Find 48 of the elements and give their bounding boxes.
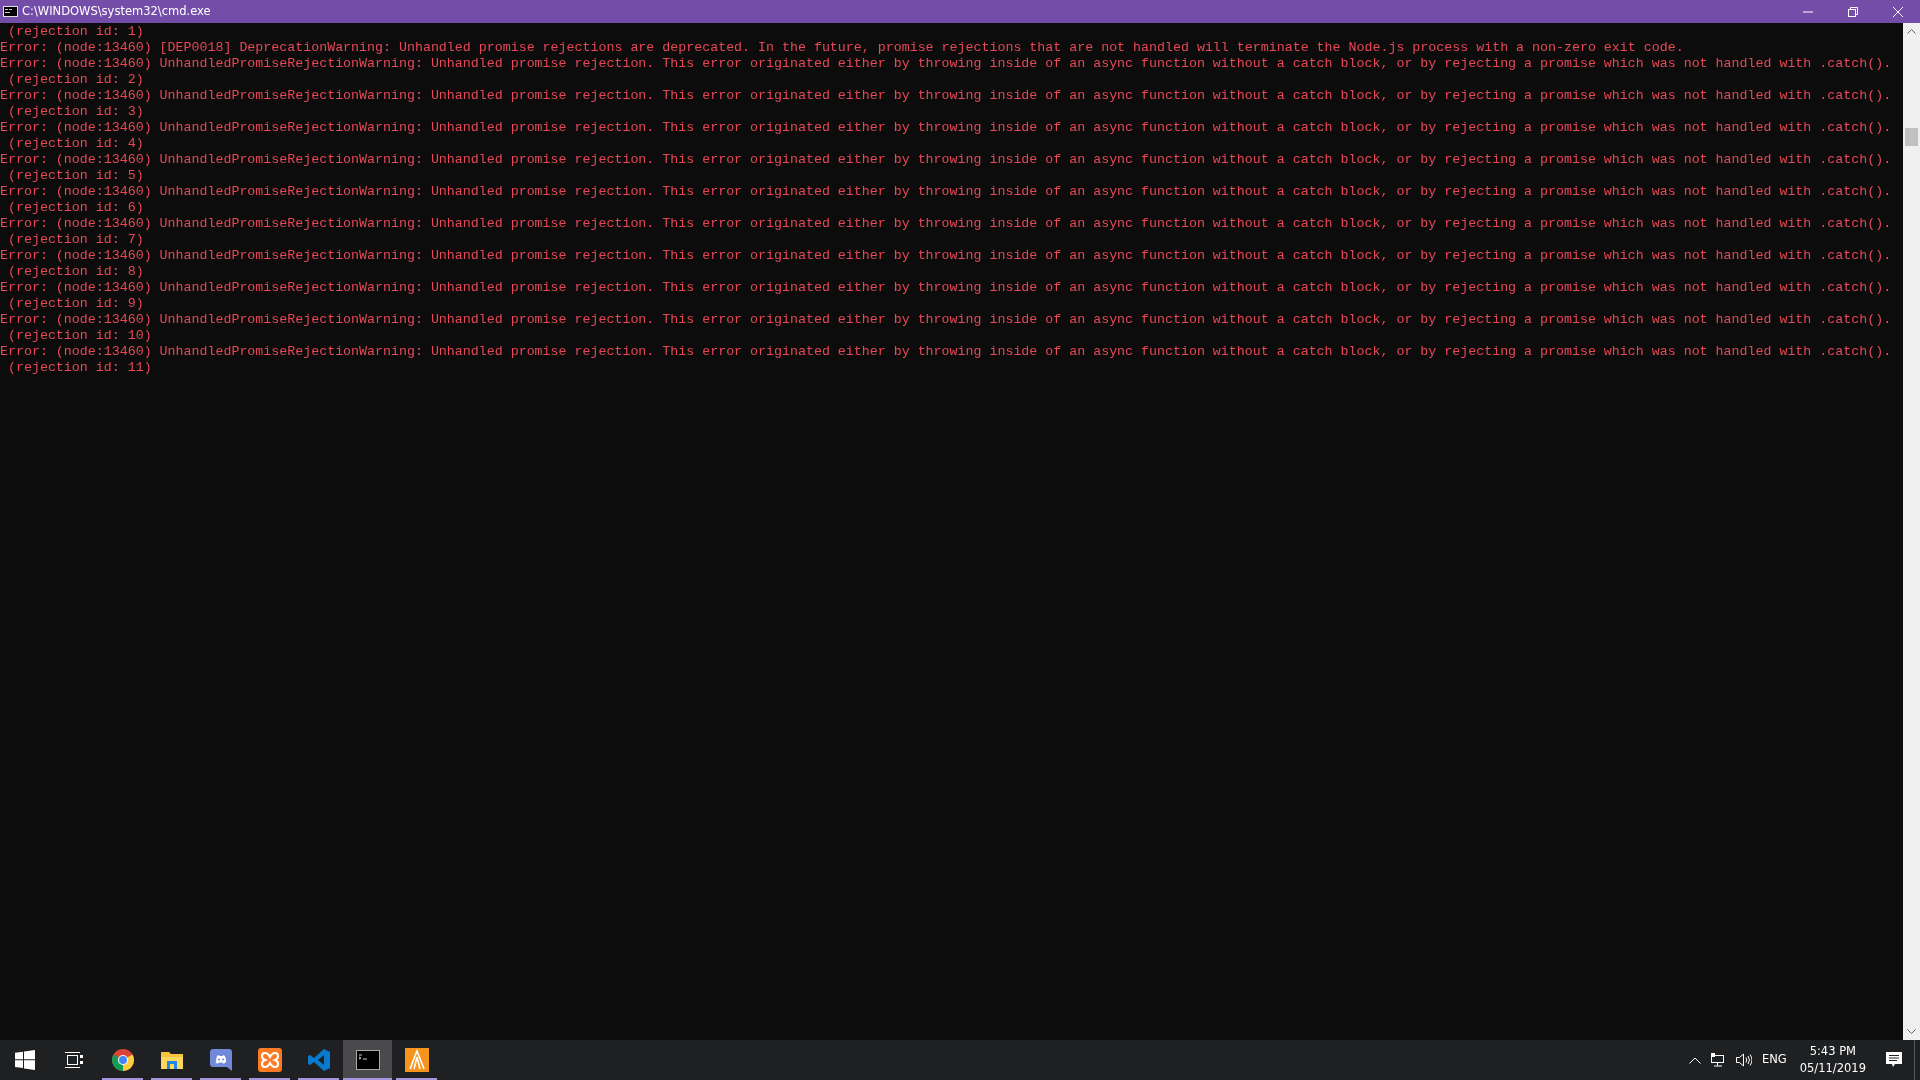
network-icon[interactable] xyxy=(1710,1053,1726,1067)
speaker-icon[interactable] xyxy=(1735,1053,1752,1067)
window-title: C:\WINDOWS\system32\cmd.exe xyxy=(21,2,211,20)
task-view-icon xyxy=(64,1051,83,1069)
console-line: (rejection id: 1) xyxy=(6,24,144,40)
console-line: Error: (node:13460) UnhandledPromiseRejectionWarning: Unhandled promise rejection. This error originated either by throwing inside of an async function without a catch block, or by rejecting a promise which was not handled with .catch(). xyxy=(0,88,1892,104)
letter-a-logo-icon xyxy=(404,1048,429,1072)
terminal-icon xyxy=(355,1050,380,1070)
console-line: Error: (node:13460) [DEP0018] DeprecationWarning: Unhandled promise rejections are deprecated. In the future, promise rejections that are not handled will terminate the Node.js process with a non-zero exit code. xyxy=(0,40,1684,56)
scrollbar[interactable] xyxy=(1903,23,1920,1040)
windows-logo-icon xyxy=(14,1050,35,1070)
clock-time: 5:43 PM xyxy=(1808,1043,1857,1060)
console-line: Error: (node:13460) UnhandledPromiseRejectionWarning: Unhandled promise rejection. This error originated either by throwing inside of an async function without a catch block, or by rejecting a promise which was not handled with .catch(). xyxy=(0,248,1892,264)
console-line: (rejection id: 4) xyxy=(6,136,144,152)
console-line: (rejection id: 8) xyxy=(6,264,144,280)
taskbar-button[interactable] xyxy=(343,1040,392,1080)
console-line: Error: (node:13460) UnhandledPromiseRejectionWarning: Unhandled promise rejection. This error originated either by throwing inside of an async function without a catch block, or by rejecting a promise which was not handled with .catch(). xyxy=(0,344,1892,360)
console-line: Error: (node:13460) UnhandledPromiseRejectionWarning: Unhandled promise rejection. This error originated either by throwing inside of an async function without a catch block, or by rejecting a promise which was not handled with .catch(). xyxy=(0,120,1892,136)
console-line: Error: (node:13460) UnhandledPromiseRejectionWarning: Unhandled promise rejection. This error originated either by throwing inside of an async function without a catch block, or by rejecting a promise which was not handled with .catch(). xyxy=(0,216,1892,232)
code-editor-icon xyxy=(307,1049,330,1071)
chevron-up-icon[interactable] xyxy=(1688,1056,1701,1064)
console-line: (rejection id: 5) xyxy=(6,168,144,184)
console-line: (rejection id: 3) xyxy=(6,104,144,120)
console-line: Error: (node:13460) UnhandledPromiseRejectionWarning: Unhandled promise rejection. This error originated either by throwing inside of an async function without a catch block, or by rejecting a promise which was not handled with .catch(). xyxy=(0,56,1892,72)
console-line: Error: (node:13460) UnhandledPromiseRejectionWarning: Unhandled promise rejection. This error originated either by throwing inside of an async function without a catch block, or by rejecting a promise which was not handled with .catch(). xyxy=(0,312,1892,328)
chrome-icon xyxy=(111,1049,134,1071)
chat-bubble-icon xyxy=(209,1049,232,1071)
language-indicator[interactable]: ENG xyxy=(1756,1051,1792,1069)
restore-icon xyxy=(1847,6,1858,17)
console-line: (rejection id: 10) xyxy=(6,328,152,344)
scroll-up-icon[interactable] xyxy=(1907,29,1916,34)
close-icon xyxy=(1892,6,1903,17)
console-line: (rejection id: 2) xyxy=(6,72,144,88)
console-line: (rejection id: 7) xyxy=(6,232,144,248)
console-line: (rejection id: 9) xyxy=(6,296,144,312)
console-line: Error: (node:13460) UnhandledPromiseRejectionWarning: Unhandled promise rejection. This error originated either by throwing inside of an async function without a catch block, or by rejecting a promise which was not handled with .catch(). xyxy=(0,152,1892,168)
xampp-icon xyxy=(257,1048,282,1072)
console-line: Error: (node:13460) UnhandledPromiseRejectionWarning: Unhandled promise rejection. This error originated either by throwing inside of an async function without a catch block, or by rejecting a promise which was not handled with .catch(). xyxy=(0,280,1892,296)
message-icon xyxy=(1886,1052,1902,1068)
clock-date: 05/11/2019 xyxy=(1799,1060,1866,1077)
clock[interactable]: 5:43 PM 05/11/2019 xyxy=(1791,1043,1874,1077)
console-line: Error: (node:13460) UnhandledPromiseRejectionWarning: Unhandled promise rejection. This error originated either by throwing inside of an async function without a catch block, or by rejecting a promise which was not handled with .catch(). xyxy=(0,184,1892,200)
scroll-down-icon[interactable] xyxy=(1907,1029,1916,1034)
console-line: (rejection id: 11) xyxy=(6,360,152,376)
scroll-thumb[interactable] xyxy=(1905,128,1918,146)
console-line: (rejection id: 6) xyxy=(6,200,144,216)
console-icon xyxy=(3,6,18,17)
folder-icon xyxy=(160,1050,183,1070)
